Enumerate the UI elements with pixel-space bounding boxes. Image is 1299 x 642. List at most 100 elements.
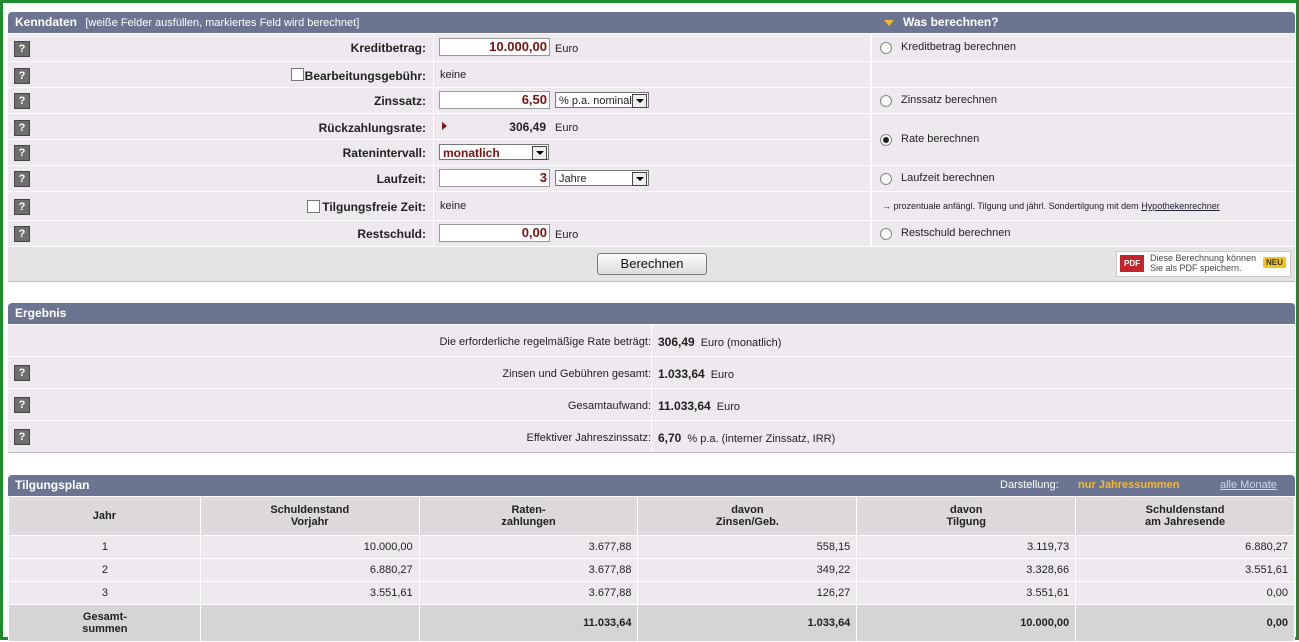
table-row: 1 10.000,00 3.677,88 558,15 3.119,73 6.8… xyxy=(8,535,1295,559)
help-icon[interactable]: ? xyxy=(14,199,30,215)
zinssatz-label: Zinssatz: xyxy=(373,94,426,108)
result-unit: Euro xyxy=(716,401,740,413)
rate-label: Rückzahlungsrate: xyxy=(318,121,426,135)
kenndaten-header: Kenndaten [weiße Felder ausfüllen, marki… xyxy=(8,12,1295,33)
kreditbetrag-input[interactable]: 10.000,00 xyxy=(439,38,550,56)
chevron-down-icon[interactable] xyxy=(632,172,647,186)
radio-rate[interactable] xyxy=(880,134,892,146)
header-text: Zinsen/Geb. xyxy=(715,516,779,528)
ergebnis-title: Ergebnis xyxy=(15,306,67,320)
help-icon[interactable]: ? xyxy=(14,171,30,187)
restschuld-label: Restschuld: xyxy=(357,227,426,241)
bearbeitung-label: Bearbeitungsgebühr: xyxy=(304,69,426,83)
header-text: davon xyxy=(950,504,983,516)
radio-zinssatz-label[interactable]: Zinssatz berechnen xyxy=(901,94,997,106)
tilgungsplan-header: Tilgungsplan Darstellung: nur Jahressumm… xyxy=(8,475,1295,496)
berechnen-button[interactable]: Berechnen xyxy=(597,253,707,275)
header-text: Raten- xyxy=(511,504,546,516)
cell: 1 xyxy=(8,535,201,559)
header-text: davon xyxy=(731,504,764,516)
help-icon[interactable]: ? xyxy=(14,41,30,57)
result-value-wrap: 11.033,64 Euro xyxy=(658,399,740,413)
sum-label: summen xyxy=(82,623,128,635)
zinssatz-type-select[interactable]: % p.a. nominal xyxy=(555,92,649,108)
radio-restschuld[interactable] xyxy=(880,228,892,240)
cell: 3.328,66 xyxy=(856,558,1077,582)
result-unit: Euro (monatlich) xyxy=(700,337,782,349)
radio-kreditbetrag-label[interactable]: Kreditbetrag berechnen xyxy=(901,41,1016,53)
bearbeitung-checkbox[interactable] xyxy=(291,68,304,81)
mode-alle-monate-link[interactable]: alle Monate xyxy=(1220,475,1277,496)
cell: 0,00 xyxy=(1075,604,1295,642)
result-row: ? Effektiver Jahreszinssatz: 6,70 % p.a. … xyxy=(8,421,1295,453)
darstellung-label: Darstellung: xyxy=(1000,479,1059,491)
zinssatz-input[interactable]: 6,50 xyxy=(439,91,550,109)
radio-laufzeit[interactable] xyxy=(880,173,892,185)
table-row: 2 6.880,27 3.677,88 349,22 3.328,66 3.55… xyxy=(8,558,1295,582)
result-value: 11.033,64 xyxy=(658,399,711,413)
cell: 10.000,00 xyxy=(856,604,1077,642)
pdf-line2: Sie als PDF speichern. xyxy=(1150,263,1242,273)
radio-restschuld-label[interactable]: Restschuld berechnen xyxy=(901,227,1010,239)
col-tilgung: davon Tilgung xyxy=(856,496,1077,536)
laufzeit-unit-select[interactable]: Jahre xyxy=(555,170,649,186)
cell: 3.677,88 xyxy=(418,535,639,559)
restschuld-input[interactable]: 0,00 xyxy=(439,224,550,242)
triangle-down-icon xyxy=(884,19,894,26)
header-text: zahlungen xyxy=(501,516,556,528)
table-header-row: Jahr Schuldenstand Vorjahr Raten-zahlunge… xyxy=(8,496,1295,536)
help-icon[interactable]: ? xyxy=(14,93,30,109)
help-icon[interactable]: ? xyxy=(14,68,30,84)
cell: 3.551,61 xyxy=(1075,558,1295,582)
help-icon[interactable]: ? xyxy=(14,429,30,445)
help-icon[interactable]: ? xyxy=(14,365,30,381)
row-tilgungsfrei: ? Tilgungsfreie Zeit: keine → prozentual… xyxy=(8,192,1295,221)
cell: 3.677,88 xyxy=(418,558,639,582)
was-berechnen-header: Was berechnen? xyxy=(884,12,999,33)
help-icon[interactable]: ? xyxy=(14,145,30,161)
row-bearbeitung: ? Bearbeitungsgebühr: keine xyxy=(8,62,1295,88)
pdf-save-box[interactable]: PDF Diese Berechnung können Sie als PDF … xyxy=(1116,251,1291,277)
result-label: Die erforderliche regelmäßige Rate beträ… xyxy=(439,336,651,348)
header-text: am Jahresende xyxy=(1145,516,1226,528)
cell: 3.551,61 xyxy=(856,581,1077,605)
pdf-save-text: Diese Berechnung können Sie als PDF spei… xyxy=(1150,253,1256,273)
cell: 349,22 xyxy=(637,558,858,582)
result-unit: % p.a. (interner Zinssatz, IRR) xyxy=(687,433,836,445)
radio-rate-label[interactable]: Rate berechnen xyxy=(901,133,979,145)
radio-kreditbetrag[interactable] xyxy=(880,42,892,54)
intervall-value: monatlich xyxy=(443,146,500,160)
tilgungsfrei-value: keine xyxy=(440,200,467,212)
help-icon[interactable]: ? xyxy=(14,226,30,242)
kenndaten-panel: Kenndaten [weiße Felder ausfüllen, marki… xyxy=(8,12,1295,282)
radio-laufzeit-label[interactable]: Laufzeit berechnen xyxy=(901,172,995,184)
restschuld-unit: Euro xyxy=(555,229,579,241)
intervall-select[interactable]: monatlich xyxy=(439,144,549,160)
header-text: Vorjahr xyxy=(290,516,329,528)
result-row: ? Gesamtaufwand: 11.033,64 Euro xyxy=(8,389,1295,421)
help-icon[interactable]: ? xyxy=(14,120,30,136)
cell: 3.551,61 xyxy=(199,581,420,605)
tilgungsplan-panel: Tilgungsplan Darstellung: nur Jahressumm… xyxy=(8,475,1295,642)
chevron-down-icon[interactable] xyxy=(532,146,547,160)
mode-jahressummen[interactable]: nur Jahressummen xyxy=(1078,475,1179,496)
chevron-down-icon[interactable] xyxy=(632,94,647,108)
table-sum-row: Gesamt-summen 11.033,64 1.033,64 10.000,… xyxy=(8,604,1295,642)
row-laufzeit: ? Laufzeit: 3 Jahre Laufzeit berechnen xyxy=(8,166,1295,192)
result-value: 1.033,64 xyxy=(658,367,705,381)
tilgungsfrei-checkbox[interactable] xyxy=(307,200,320,213)
help-icon[interactable]: ? xyxy=(14,397,30,413)
col-ratenzahlungen: Raten-zahlungen xyxy=(418,496,639,536)
radio-zinssatz[interactable] xyxy=(880,95,892,107)
row-actions: Berechnen PDF Diese Berechnung können Si… xyxy=(8,247,1295,282)
laufzeit-input[interactable]: 3 xyxy=(439,169,550,187)
result-row: Die erforderliche regelmäßige Rate beträ… xyxy=(8,325,1295,357)
cell: 126,27 xyxy=(637,581,858,605)
hypothekenrechner-link[interactable]: Hypothekenrechner xyxy=(1141,201,1220,211)
cell: 558,15 xyxy=(637,535,858,559)
cell: 3.677,88 xyxy=(418,581,639,605)
row-restschuld: ? Restschuld: 0,00 Euro Restschuld berec… xyxy=(8,221,1295,247)
result-label: Gesamtaufwand: xyxy=(567,400,651,412)
result-label: Effektiver Jahreszinssatz: xyxy=(526,432,651,444)
tilgungsplan-table: Jahr Schuldenstand Vorjahr Raten-zahlunge… xyxy=(8,496,1295,642)
